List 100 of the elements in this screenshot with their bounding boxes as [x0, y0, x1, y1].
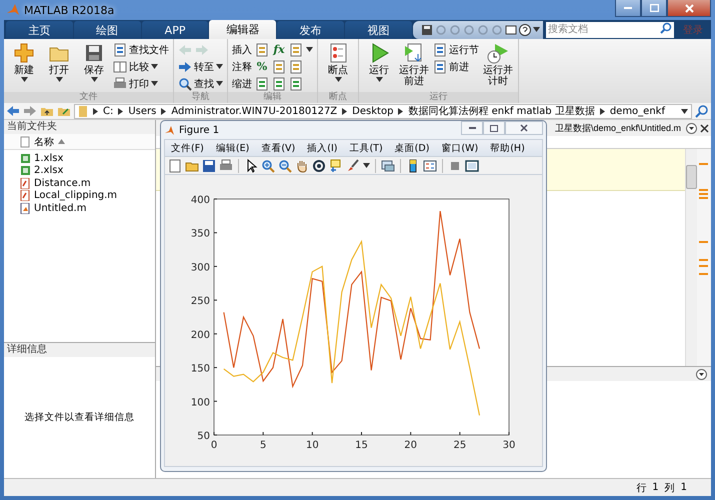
- ribbon-tab[interactable]: 主页: [6, 21, 73, 39]
- caret-icon: [363, 163, 370, 168]
- file-name[interactable]: Distance.m: [34, 178, 91, 189]
- ribbon-button[interactable]: 打开: [43, 42, 75, 82]
- help-icon[interactable]: [519, 24, 531, 36]
- menu-item[interactable]: 文件(F): [171, 142, 204, 154]
- spreadsheet-icon: [20, 165, 31, 176]
- group-title: 运行: [359, 92, 518, 103]
- scrollbar[interactable]: [685, 149, 697, 366]
- ribbon-tab[interactable]: 视图: [345, 21, 412, 39]
- ribbon-tab[interactable]: 绘图: [74, 21, 141, 39]
- details-message: 选择文件以查看详细信息: [24, 411, 134, 424]
- maximize-button[interactable]: [483, 121, 505, 135]
- ribbon-button[interactable]: 断点: [322, 42, 354, 82]
- ribbon-tab[interactable]: 发布: [277, 21, 344, 39]
- chevron-icon: [342, 108, 348, 114]
- printer-icon[interactable]: [219, 158, 233, 172]
- menu-item[interactable]: 查看(V): [261, 142, 296, 154]
- dropdown-icon[interactable]: [686, 122, 697, 134]
- ribbon-button[interactable]: 运行并前进: [398, 42, 430, 87]
- document-icon: [433, 42, 447, 56]
- y-tick-label: 50: [197, 431, 210, 442]
- ribbon-button[interactable]: 打印: [113, 76, 169, 91]
- menu-item[interactable]: 窗口(W): [441, 142, 478, 154]
- status-label: 列: [664, 482, 675, 494]
- ribbon-tab[interactable]: APP: [142, 21, 208, 39]
- menu-item[interactable]: 工具(T): [349, 142, 383, 154]
- path-crumb[interactable]: Desktop: [352, 106, 394, 116]
- chevron-icon: [600, 108, 605, 114]
- dropdown-icon[interactable]: [696, 368, 707, 380]
- close-icon[interactable]: [700, 124, 709, 132]
- minimize-button[interactable]: [615, 0, 641, 17]
- search-icon[interactable]: [695, 104, 709, 118]
- ribbon-button[interactable]: 运行节: [433, 42, 479, 57]
- brush-icon[interactable]: [346, 158, 360, 172]
- file-name[interactable]: Untitled.m: [34, 202, 86, 214]
- ribbon-button[interactable]: 保存: [78, 42, 110, 82]
- file-name[interactable]: Local_clipping.m: [34, 190, 118, 202]
- back-arrow-icon[interactable]: [6, 104, 20, 118]
- search-icon[interactable]: [660, 22, 674, 38]
- x-tick-label: 30: [502, 440, 516, 451]
- floppy-icon[interactable]: [421, 24, 433, 36]
- document-icon: [272, 76, 286, 90]
- chevron-icon: [93, 108, 98, 114]
- row-label: 注释: [232, 60, 252, 74]
- floppy-icon[interactable]: [202, 158, 216, 172]
- editor-path: 卫星数据\demo_enkf\Untitled.m: [554, 122, 681, 134]
- path-field[interactable]: C: Users Administrator.WIN7U-20180127Z Desktop 数据同化算法例程 enkf matlab 卫星数据 demo_enkf: [74, 104, 692, 118]
- link-icon[interactable]: [381, 158, 395, 172]
- search-field[interactable]: 搜索文档: [546, 22, 660, 38]
- ribbon-button[interactable]: 比较: [113, 59, 169, 74]
- ribbon-tool-button[interactable]: fx: [272, 42, 286, 56]
- ribbon-button[interactable]: 前进: [433, 59, 479, 74]
- ribbon-button[interactable]: 转至: [178, 59, 223, 74]
- menu-item[interactable]: 帮助(H): [490, 142, 525, 154]
- ribbon-tool-button[interactable]: %: [255, 60, 269, 74]
- zoom-in-icon[interactable]: [261, 158, 275, 172]
- maximize-button[interactable]: [641, 0, 667, 17]
- zoom-out-icon[interactable]: [278, 158, 292, 172]
- window-icon[interactable]: [505, 24, 517, 36]
- caret-icon: [306, 47, 313, 52]
- folder-icon: [78, 104, 88, 118]
- ribbon-button[interactable]: 运行并计时: [482, 42, 514, 87]
- file-name[interactable]: 1.xlsx: [34, 152, 64, 164]
- hand-icon[interactable]: [295, 158, 309, 172]
- ribbon-button[interactable]: 运行: [363, 42, 395, 82]
- ribbon-button[interactable]: 新建: [8, 42, 40, 82]
- plus-icon: [13, 42, 35, 64]
- ribbon-button[interactable]: 查找文件: [113, 42, 169, 57]
- menu-item[interactable]: 桌面(D): [394, 142, 430, 154]
- minimize-button[interactable]: [461, 121, 483, 135]
- arrow-icon: [178, 60, 192, 74]
- data-cursor-icon[interactable]: [329, 158, 343, 172]
- close-button[interactable]: [667, 0, 711, 17]
- path-crumb[interactable]: Users: [128, 106, 156, 116]
- ribbon-button[interactable]: 查找: [178, 76, 223, 91]
- path-crumb[interactable]: 数据同化算法例程 enkf matlab 卫星数据: [408, 104, 595, 118]
- close-icon: [684, 4, 694, 12]
- function-file-icon: [20, 178, 31, 189]
- group-title: 文件: [4, 92, 173, 103]
- close-button[interactable]: [505, 121, 543, 135]
- frame-icon[interactable]: [465, 158, 479, 172]
- path-crumb[interactable]: C:: [103, 106, 114, 116]
- menu-item[interactable]: 插入(I): [307, 142, 338, 154]
- path-crumb[interactable]: demo_enkf: [610, 106, 665, 116]
- ribbon-tab[interactable]: 编辑器: [209, 20, 276, 39]
- close-icon: [520, 124, 528, 132]
- caret-icon: [376, 77, 382, 82]
- group-title: 断点: [318, 92, 358, 103]
- rotate-icon[interactable]: [312, 158, 326, 172]
- group-title: 导航: [174, 92, 227, 103]
- caret-icon: [56, 77, 62, 82]
- legend-icon[interactable]: [423, 158, 437, 172]
- menu-item[interactable]: 编辑(E): [216, 142, 250, 154]
- path-crumb[interactable]: Administrator.WIN7U-20180127Z: [171, 106, 338, 116]
- caret-icon: [216, 81, 223, 86]
- forward-arrow-icon: [195, 42, 209, 56]
- matlab-logo-icon: [164, 124, 175, 136]
- file-name[interactable]: 2.xlsx: [34, 165, 64, 176]
- column-header[interactable]: 名称: [34, 134, 54, 148]
